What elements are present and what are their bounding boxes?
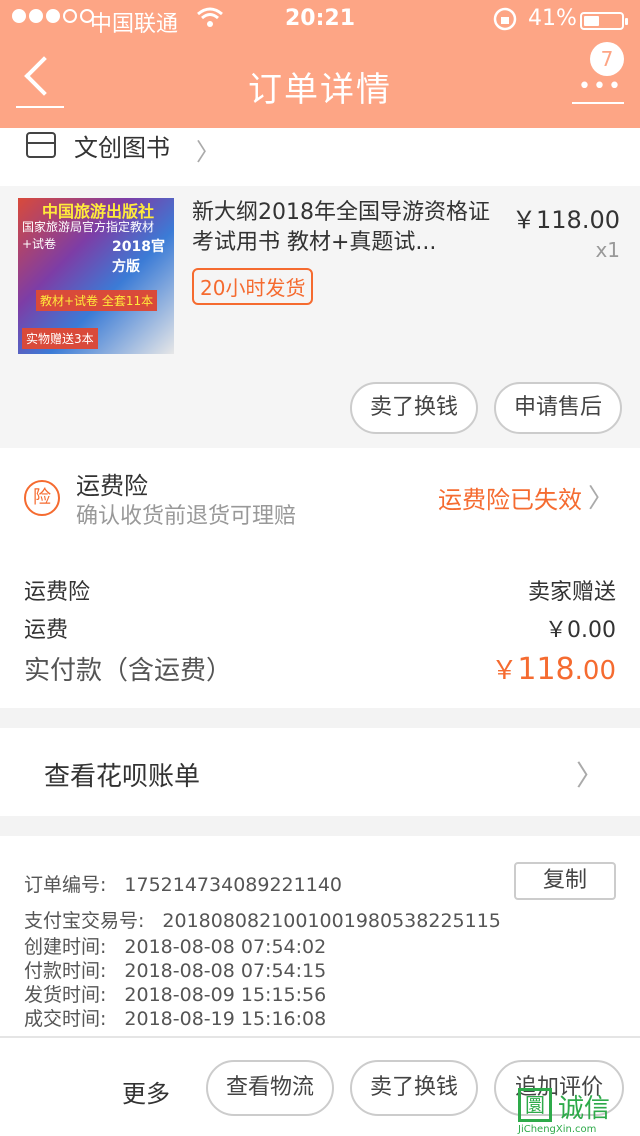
info-value: 2018080821001001980538225115	[162, 910, 501, 932]
info-label: 订单编号:	[24, 874, 107, 896]
product-card[interactable]: 中国旅游出版社 国家旅游局官方指定教材+试卷 2018官方版 教材+试卷 全套1…	[0, 186, 640, 448]
resell-button[interactable]: 卖了换钱	[350, 382, 478, 434]
status-bar: 中国联通 20:21 41%	[0, 0, 640, 40]
order-number-row: 订单编号: 175214734089221140	[24, 870, 342, 897]
info-label: 发货时间:	[24, 984, 107, 1006]
info-label: 支付宝交易号:	[24, 910, 145, 932]
completed-time-row: 成交时间: 2018-08-19 15:16:08	[24, 1004, 326, 1031]
rotation-lock-icon	[492, 6, 518, 38]
top-header: 中国联通 20:21 41% 订单详情 7 •••	[0, 0, 640, 128]
notification-badge: 7	[590, 42, 624, 76]
resell-button[interactable]: 卖了换钱	[350, 1060, 478, 1116]
fee-value: 卖家赠送	[527, 580, 616, 605]
watermark-logo: 圜	[518, 1088, 552, 1122]
fee-label: 运费	[24, 618, 69, 643]
created-time-row: 创建时间: 2018-08-08 07:54:02	[24, 932, 326, 959]
paid-time-row: 付款时间: 2018-08-08 07:54:15	[24, 956, 326, 983]
thumb-text: 实物赠送3本	[22, 328, 98, 349]
total-integer: 118	[517, 652, 575, 687]
huabei-bill-row[interactable]: 查看花呗账单 〉	[0, 728, 640, 816]
total-amount: ￥118.00	[491, 650, 616, 687]
total-label: 实付款（含运费）	[24, 656, 233, 686]
alipay-trade-row: 支付宝交易号: 2018080821001001980538225115	[24, 906, 501, 933]
battery-percent: 41%	[528, 6, 577, 31]
huabei-bill-label: 查看花呗账单	[44, 762, 201, 792]
info-label: 成交时间:	[24, 1008, 107, 1030]
battery-icon	[580, 12, 628, 30]
fee-value: ￥0.00	[545, 618, 616, 643]
insurance-title: 运费险	[76, 472, 148, 500]
info-label: 付款时间:	[24, 960, 107, 982]
total-decimal: .00	[574, 656, 616, 686]
copy-button[interactable]: 复制	[514, 862, 616, 900]
chevron-right-icon: 〉	[196, 138, 220, 166]
info-value: 2018-08-09 15:15:56	[124, 984, 327, 1006]
order-info: 订单编号: 175214734089221140 复制 支付宝交易号: 201808…	[0, 836, 640, 1036]
total-row: 实付款（含运费） ￥118.00	[24, 650, 616, 687]
product-thumbnail[interactable]: 中国旅游出版社 国家旅游局官方指定教材+试卷 2018官方版 教材+试卷 全套1…	[18, 198, 174, 354]
thumb-text: 教材+试卷 全套11本	[36, 290, 158, 311]
currency-symbol: ￥	[491, 656, 518, 686]
product-title: 新大纲2018年全国导游资格证考试用书 教材+真题试...	[192, 200, 490, 255]
shop-name: 文创图书	[74, 134, 170, 162]
chevron-right-icon: 〉	[587, 484, 614, 514]
info-label: 创建时间:	[24, 936, 107, 958]
more-menu-button[interactable]: 7 •••	[572, 40, 624, 106]
fee-row: 运费险 卖家赠送	[24, 574, 616, 606]
info-value: 2018-08-19 15:16:08	[124, 1008, 327, 1030]
view-logistics-button[interactable]: 查看物流	[206, 1060, 334, 1116]
shipping-insurance-row[interactable]: 险 运费险 确认收货前退货可理赔 运费险已失效 〉	[0, 448, 640, 546]
watermark-site: JiChengXin.com	[518, 1124, 597, 1135]
info-value: 175214734089221140	[124, 874, 342, 896]
after-sales-button[interactable]: 申请售后	[494, 382, 622, 434]
battery-fill	[584, 16, 599, 26]
product-price: ￥118.00	[512, 206, 620, 234]
fee-summary: 运费险 卖家赠送 运费 ￥0.00 实付款（含运费） ￥118.00	[0, 546, 640, 708]
underline	[572, 102, 624, 104]
shop-row[interactable]: 文创图书 〉	[0, 128, 640, 186]
page-title: 订单详情	[248, 70, 392, 110]
insurance-subtitle: 确认收货前退货可理赔	[76, 504, 297, 529]
info-value: 2018-08-08 07:54:15	[124, 960, 327, 982]
chevron-right-icon: 〉	[575, 759, 604, 792]
more-button[interactable]: 更多	[122, 1074, 170, 1109]
shipped-time-row: 发货时间: 2018-08-09 15:15:56	[24, 980, 326, 1007]
insurance-status: 运费险已失效	[438, 486, 582, 514]
fee-row: 运费 ￥0.00	[24, 612, 616, 644]
fee-label: 运费险	[24, 580, 91, 605]
watermark-text: 诚信	[558, 1094, 611, 1124]
store-icon	[26, 132, 56, 158]
site-watermark: 圜 诚信 JiChengXin.com	[518, 1088, 640, 1136]
info-value: 2018-08-08 07:54:02	[124, 936, 327, 958]
thumb-text: 2018官方版	[112, 239, 165, 275]
more-dots-icon: •••	[578, 74, 623, 99]
insurance-icon: 险	[24, 480, 60, 516]
shipping-tag: 20小时发货	[192, 268, 314, 305]
product-quantity: x1	[595, 238, 620, 262]
